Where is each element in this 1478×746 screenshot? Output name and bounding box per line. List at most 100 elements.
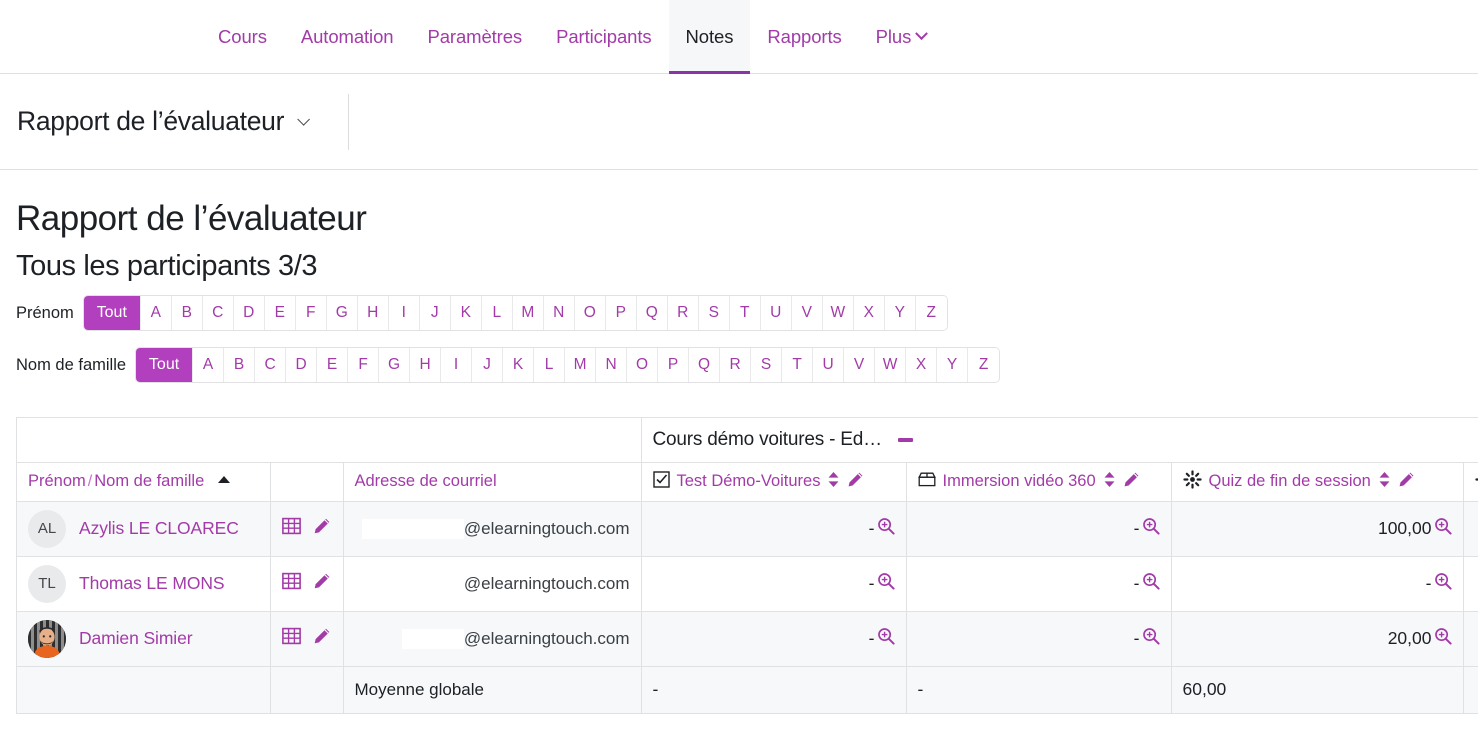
- firstname-filter-r[interactable]: R: [668, 296, 699, 330]
- lastname-filter-u[interactable]: U: [813, 348, 844, 382]
- average-empty-actions: [270, 666, 343, 713]
- lastname-filter-m[interactable]: M: [565, 348, 596, 382]
- user-report-grid-icon[interactable]: [282, 572, 301, 595]
- collapse-course-icon[interactable]: [898, 438, 913, 442]
- student-name-link[interactable]: Thomas LE MONS: [79, 573, 224, 594]
- firstname-filter-all[interactable]: Tout: [84, 296, 141, 330]
- grade-detail-magnifier-icon[interactable]: [877, 517, 895, 540]
- grade-detail-magnifier-icon[interactable]: [877, 572, 895, 595]
- activity-name[interactable]: Test Démo-Voitures: [677, 472, 821, 491]
- student-name-link[interactable]: Azylis LE CLOAREC: [79, 518, 239, 539]
- user-report-grid-icon[interactable]: [282, 627, 301, 650]
- user-report-grid-icon[interactable]: [282, 517, 301, 540]
- grade-detail-magnifier-icon[interactable]: [1142, 572, 1160, 595]
- grade-detail-magnifier-icon[interactable]: [877, 627, 895, 650]
- firstname-filter-t[interactable]: T: [730, 296, 761, 330]
- nav-tab-automation[interactable]: Automation: [284, 0, 411, 73]
- grade-detail-magnifier-icon[interactable]: [1434, 517, 1452, 540]
- grade-value: -: [869, 573, 875, 594]
- edit-activity-icon[interactable]: [1398, 471, 1415, 493]
- lastname-filter-w[interactable]: W: [875, 348, 906, 382]
- sort-ascending-icon[interactable]: [218, 476, 230, 483]
- lastname-filter-b[interactable]: B: [224, 348, 255, 382]
- lastname-filter-i[interactable]: I: [441, 348, 472, 382]
- activity-name[interactable]: Immersion vidéo 360: [943, 472, 1096, 491]
- lastname-filter-x[interactable]: X: [906, 348, 937, 382]
- nav-tab-rapports[interactable]: Rapports: [750, 0, 858, 73]
- firstname-filter-d[interactable]: D: [234, 296, 265, 330]
- lastname-filter-g[interactable]: G: [379, 348, 410, 382]
- nav-tab-parametres[interactable]: Paramètres: [410, 0, 539, 73]
- lastname-filter-z[interactable]: Z: [968, 348, 999, 382]
- grade-detail-magnifier-icon[interactable]: [1142, 627, 1160, 650]
- student-name-link[interactable]: Damien Simier: [79, 628, 192, 649]
- lastname-filter-d[interactable]: D: [286, 348, 317, 382]
- activity-name[interactable]: Quiz de fin de session: [1209, 472, 1371, 491]
- sort-toggle-icon[interactable]: [827, 471, 840, 493]
- lastname-filter-p[interactable]: P: [658, 348, 689, 382]
- edit-grades-icon[interactable]: [313, 627, 331, 650]
- lastname-filter-h[interactable]: H: [410, 348, 441, 382]
- nav-tab-plus[interactable]: Plus: [859, 0, 944, 73]
- firstname-filter-y[interactable]: Y: [885, 296, 916, 330]
- grade-cell: -: [906, 556, 1171, 611]
- lastname-filter-a[interactable]: A: [193, 348, 224, 382]
- lastname-filter-y[interactable]: Y: [937, 348, 968, 382]
- firstname-filter-k[interactable]: K: [451, 296, 482, 330]
- lastname-filter-t[interactable]: T: [782, 348, 813, 382]
- grade-detail-magnifier-icon[interactable]: [1434, 627, 1452, 650]
- firstname-filter-z[interactable]: Z: [916, 296, 947, 330]
- lastname-filter-c[interactable]: C: [255, 348, 286, 382]
- nav-tab-cours[interactable]: Cours: [201, 0, 284, 73]
- lastname-filter-s[interactable]: S: [751, 348, 782, 382]
- lastname-filter-all[interactable]: Tout: [136, 348, 193, 382]
- lastname-filter-v[interactable]: V: [844, 348, 875, 382]
- firstname-filter-w[interactable]: W: [823, 296, 854, 330]
- firstname-filter-a[interactable]: A: [141, 296, 172, 330]
- firstname-filter-o[interactable]: O: [575, 296, 606, 330]
- grade-value: -: [1134, 628, 1140, 649]
- firstname-filter-n[interactable]: N: [544, 296, 575, 330]
- firstname-filter-s[interactable]: S: [699, 296, 730, 330]
- sort-by-firstname-link[interactable]: Prénom: [28, 472, 86, 490]
- firstname-filter-h[interactable]: H: [358, 296, 389, 330]
- lastname-filter-e[interactable]: E: [317, 348, 348, 382]
- edit-grades-icon[interactable]: [313, 517, 331, 540]
- firstname-filter-g[interactable]: G: [327, 296, 358, 330]
- email-cell: @elearningtouch.com: [343, 556, 641, 611]
- firstname-filter-l[interactable]: L: [482, 296, 513, 330]
- firstname-filter-q[interactable]: Q: [637, 296, 668, 330]
- firstname-filter-x[interactable]: X: [854, 296, 885, 330]
- lastname-filter-k[interactable]: K: [503, 348, 534, 382]
- firstname-filter-p[interactable]: P: [606, 296, 637, 330]
- sort-by-lastname-link[interactable]: Nom de famille: [94, 472, 204, 490]
- grade-detail-magnifier-icon[interactable]: [1434, 572, 1452, 595]
- sort-by-email-link[interactable]: Adresse de courriel: [355, 472, 497, 490]
- firstname-filter-m[interactable]: M: [513, 296, 544, 330]
- lastname-filter-l[interactable]: L: [534, 348, 565, 382]
- firstname-filter-f[interactable]: F: [296, 296, 327, 330]
- sort-toggle-icon[interactable]: [1103, 471, 1116, 493]
- edit-activity-icon[interactable]: [1123, 471, 1140, 493]
- firstname-filter-b[interactable]: B: [172, 296, 203, 330]
- lastname-filter-o[interactable]: O: [627, 348, 658, 382]
- lastname-filter-j[interactable]: J: [472, 348, 503, 382]
- sort-toggle-icon[interactable]: [1378, 471, 1391, 493]
- nav-tab-participants[interactable]: Participants: [539, 0, 668, 73]
- firstname-filter-j[interactable]: J: [420, 296, 451, 330]
- chevron-down-icon[interactable]: [297, 113, 310, 126]
- lastname-filter-r[interactable]: R: [720, 348, 751, 382]
- edit-activity-icon[interactable]: [847, 471, 864, 493]
- firstname-filter-v[interactable]: V: [792, 296, 823, 330]
- firstname-filter-c[interactable]: C: [203, 296, 234, 330]
- firstname-filter-u[interactable]: U: [761, 296, 792, 330]
- lastname-filter-q[interactable]: Q: [689, 348, 720, 382]
- edit-grades-icon[interactable]: [313, 572, 331, 595]
- firstname-filter-i[interactable]: I: [389, 296, 420, 330]
- nav-tab-notes[interactable]: Notes: [669, 0, 751, 73]
- firstname-filter-e[interactable]: E: [265, 296, 296, 330]
- grade-detail-magnifier-icon[interactable]: [1142, 517, 1160, 540]
- lastname-filter-f[interactable]: F: [348, 348, 379, 382]
- grade-cell: -: [1171, 556, 1463, 611]
- lastname-filter-n[interactable]: N: [596, 348, 627, 382]
